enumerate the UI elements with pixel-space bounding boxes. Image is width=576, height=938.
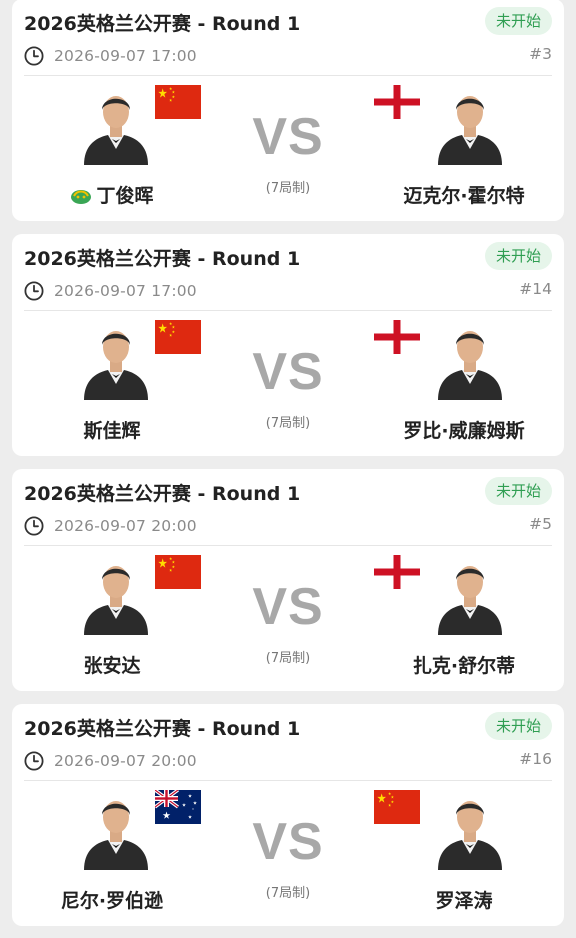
match-card[interactable]: 2026英格兰公开赛 - Round 1 未开始 2026-09-07 20:0… [12,469,564,691]
right-player[interactable]: 罗泽涛 [374,786,554,926]
match-number: #5 [529,515,552,533]
match-time: 2026-09-07 20:00 [54,752,197,770]
player-name: 罗比·威廉姆斯 [403,420,525,442]
match-title: 2026英格兰公开赛 - Round 1 [24,483,301,505]
player-name: 迈克尔·霍尔特 [403,185,525,207]
england-flag-icon [374,555,420,589]
match-card[interactable]: 2026英格兰公开赛 - Round 1 未开始 2026-09-07 17:0… [12,0,564,221]
match-time-row: 2026-09-07 20:00 [24,750,197,772]
match-time-row: 2026-09-07 20:00 [24,515,197,537]
england-flag-icon [374,85,420,119]
match-number: #3 [529,45,552,63]
clock-icon [24,46,44,66]
player-avatar [432,85,508,165]
status-badge: 未开始 [484,7,552,35]
status-badge: 未开始 [484,712,552,740]
match-number: #14 [519,280,552,298]
player-avatar [432,320,508,400]
match-title: 2026英格兰公开赛 - Round 1 [24,13,301,35]
match-time-row: 2026-09-07 17:00 [24,45,197,67]
match-title: 2026英格兰公开赛 - Round 1 [24,718,301,740]
clock-icon [24,751,44,771]
match-card[interactable]: 2026英格兰公开赛 - Round 1 未开始 2026-09-07 20:0… [12,704,564,926]
divider [24,780,552,781]
match-card[interactable]: 2026英格兰公开赛 - Round 1 未开始 2026-09-07 17:0… [12,234,564,456]
right-player[interactable]: 扎克·舒尔蒂 [374,551,554,691]
clock-icon [24,281,44,301]
player-avatar [432,790,508,870]
right-player[interactable]: 罗比·威廉姆斯 [374,316,554,456]
status-badge: 未开始 [484,242,552,270]
match-time: 2026-09-07 20:00 [54,517,197,535]
player-name: 罗泽涛 [435,890,493,912]
right-player[interactable]: 迈克尔·霍尔特 [374,81,554,221]
player-name: 扎克·舒尔蒂 [412,655,516,677]
match-time-row: 2026-09-07 17:00 [24,280,197,302]
divider [24,75,552,76]
status-badge: 未开始 [484,477,552,505]
match-time: 2026-09-07 17:00 [54,47,197,65]
divider [24,310,552,311]
match-number: #16 [519,750,552,768]
divider [24,545,552,546]
clock-icon [24,516,44,536]
match-title: 2026英格兰公开赛 - Round 1 [24,248,301,270]
china-flag-icon [374,790,420,824]
player-avatar [432,555,508,635]
match-time: 2026-09-07 17:00 [54,282,197,300]
england-flag-icon [374,320,420,354]
